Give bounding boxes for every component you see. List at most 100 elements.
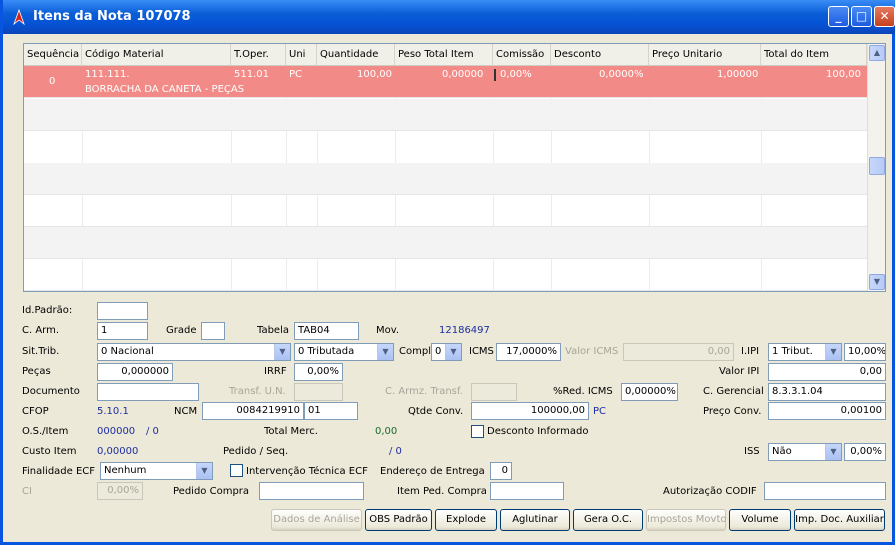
col-header-uni[interactable]: Uni	[286, 44, 317, 66]
grade-field[interactable]	[201, 322, 225, 340]
table-row[interactable]	[24, 99, 867, 131]
total-merc-value: 0,00	[375, 426, 398, 437]
aglutinar-button[interactable]: Aglutinar	[500, 509, 570, 531]
ncm-ex-field[interactable]: 01	[304, 402, 358, 420]
valor-ipi-field[interactable]: 0,00	[768, 363, 886, 381]
impostos-movto-button[interactable]: Impostos Movto	[646, 509, 727, 531]
col-header-toper[interactable]: T.Oper.	[231, 44, 286, 66]
endereco-entrega-label: Endereço de Entrega	[380, 466, 485, 477]
ci-field: 0,00%	[97, 482, 143, 500]
pecas-field[interactable]: 0,000000	[97, 363, 173, 381]
ipi-percent-field[interactable]: 10,00%	[844, 343, 886, 361]
sit-trib2-select[interactable]: 0 Tributada ▼	[294, 343, 394, 361]
chevron-down-icon: ▼	[873, 277, 881, 286]
obs-padrao-button[interactable]: OBS Padrão	[365, 509, 432, 531]
os-item-value: 000000	[97, 426, 136, 437]
iss-select[interactable]: Não ▼	[768, 443, 842, 461]
explode-button[interactable]: Explode	[435, 509, 497, 531]
cell-peso: 0,00000	[442, 69, 484, 80]
vertical-scrollbar[interactable]: ▲ ▼	[867, 44, 885, 291]
table-row[interactable]	[24, 259, 867, 291]
documento-field[interactable]	[97, 383, 199, 401]
mov-label: Mov.	[376, 325, 400, 336]
items-grid[interactable]: Sequência Código Material T.Oper. Uni Qu…	[23, 43, 886, 292]
col-header-desconto[interactable]: Desconto	[551, 44, 649, 66]
custo-item-value: 0,00000	[97, 446, 139, 457]
grid-header: Sequência Código Material T.Oper. Uni Qu…	[24, 44, 867, 66]
chevron-down-icon: ▼	[825, 444, 841, 460]
preco-conv-field[interactable]: 0,00100	[768, 402, 886, 420]
c-gerencial-field[interactable]: 8.3.3.1.04	[768, 383, 886, 401]
cell-uni: PC	[289, 69, 303, 80]
qtde-conv-unit: PC	[593, 406, 607, 417]
id-padrao-field[interactable]	[97, 302, 148, 320]
compl-value: 0	[435, 346, 442, 357]
scroll-down-button[interactable]: ▼	[869, 274, 885, 290]
tabela-field[interactable]: TAB04	[294, 322, 359, 340]
finalidade-ecf-select[interactable]: Nenhum ▼	[100, 462, 213, 480]
minimize-button[interactable]: _	[828, 6, 849, 27]
dados-analise-button[interactable]: Dados de Análise	[271, 509, 362, 531]
col-header-preco[interactable]: Preço Unitario	[649, 44, 761, 66]
ncm-field[interactable]: 0084219910	[202, 402, 304, 420]
transf-un-field	[294, 383, 343, 401]
cell-desconto: 0,0000%	[599, 69, 644, 80]
qtde-conv-field[interactable]: 100000,00	[471, 402, 589, 420]
endereco-entrega-field[interactable]: 0	[490, 462, 512, 480]
gera-oc-button[interactable]: Gera O.C.	[573, 509, 643, 531]
cell-descricao: BORRACHA DA CANETA - PEÇAS	[85, 84, 245, 95]
item-ped-compra-field[interactable]	[490, 482, 564, 500]
table-row-selected[interactable]: 0 111.111. BORRACHA DA CANETA - PEÇAS 51…	[24, 66, 867, 98]
sit-trib2-value: 0 Tributada	[298, 346, 355, 357]
scroll-up-button[interactable]: ▲	[869, 45, 885, 61]
sit-trib-select[interactable]: 0 Nacional ▼	[97, 343, 291, 361]
qtde-conv-label: Qtde Conv.	[408, 406, 464, 417]
autorizacao-codif-field[interactable]	[764, 482, 886, 500]
col-header-codigo[interactable]: Código Material	[82, 44, 231, 66]
finalidade-ecf-label: Finalidade ECF	[22, 466, 96, 477]
os-item-seq: / 0	[146, 426, 159, 437]
cell-preco: 1,00000	[717, 69, 759, 80]
cell-total: 100,00	[826, 69, 861, 80]
table-row[interactable]	[24, 163, 867, 195]
item-ped-compra-label: Item Ped. Compra	[397, 486, 487, 497]
close-button[interactable]: ✕	[874, 6, 895, 27]
cell-codigo: 111.111.	[85, 69, 130, 80]
col-header-quantidade[interactable]: Quantidade	[317, 44, 395, 66]
chevron-down-icon: ▼	[274, 344, 290, 360]
table-row[interactable]	[24, 132, 867, 164]
icms-field[interactable]: 17,0000%	[496, 343, 561, 361]
intervencao-tecnica-label: Intervenção Técnica ECF	[246, 466, 368, 477]
col-header-peso[interactable]: Peso Total Item	[395, 44, 493, 66]
chevron-down-icon: ▼	[445, 344, 461, 360]
pedido-compra-field[interactable]	[259, 482, 364, 500]
maximize-button[interactable]: □	[851, 6, 872, 27]
col-header-total[interactable]: Total do Item	[761, 44, 867, 66]
ncm-label: NCM	[174, 406, 198, 417]
red-icms-label: %Red. ICMS	[553, 386, 613, 397]
c-armz-field	[471, 383, 517, 401]
documento-label: Documento	[22, 386, 80, 397]
window-title: Itens da Nota 107078	[33, 9, 191, 24]
col-header-sequencia[interactable]: Sequência	[24, 44, 82, 66]
ipi-select[interactable]: 1 Tribut. ▼	[768, 343, 842, 361]
scroll-thumb[interactable]	[869, 157, 885, 175]
iss-percent-field[interactable]: 0,00%	[844, 443, 886, 461]
intervencao-tecnica-checkbox[interactable]	[230, 464, 243, 477]
compl-select[interactable]: 0 ▼	[431, 343, 462, 361]
preco-conv-label: Preço Conv.	[703, 406, 762, 417]
desconto-informado-checkbox[interactable]	[471, 425, 484, 438]
table-row[interactable]	[24, 227, 867, 259]
table-row[interactable]	[24, 195, 867, 227]
custo-item-label: Custo Item	[22, 446, 77, 457]
iss-value: Não	[772, 446, 792, 457]
imp-doc-auxiliar-button[interactable]: Imp. Doc. Auxiliar	[794, 509, 885, 531]
red-icms-field[interactable]: 0,00000%	[621, 383, 678, 401]
volume-button[interactable]: Volume	[729, 509, 791, 531]
col-header-comissao[interactable]: Comissão	[493, 44, 551, 66]
pedido-seq-label: Pedido / Seq.	[223, 446, 289, 457]
c-arm-field[interactable]: 1	[97, 322, 148, 340]
chevron-down-icon: ▼	[825, 344, 841, 360]
irrf-field[interactable]: 0,00%	[294, 363, 343, 381]
window: Itens da Nota 107078 _ □ ✕ Sequência Cód…	[0, 0, 895, 545]
